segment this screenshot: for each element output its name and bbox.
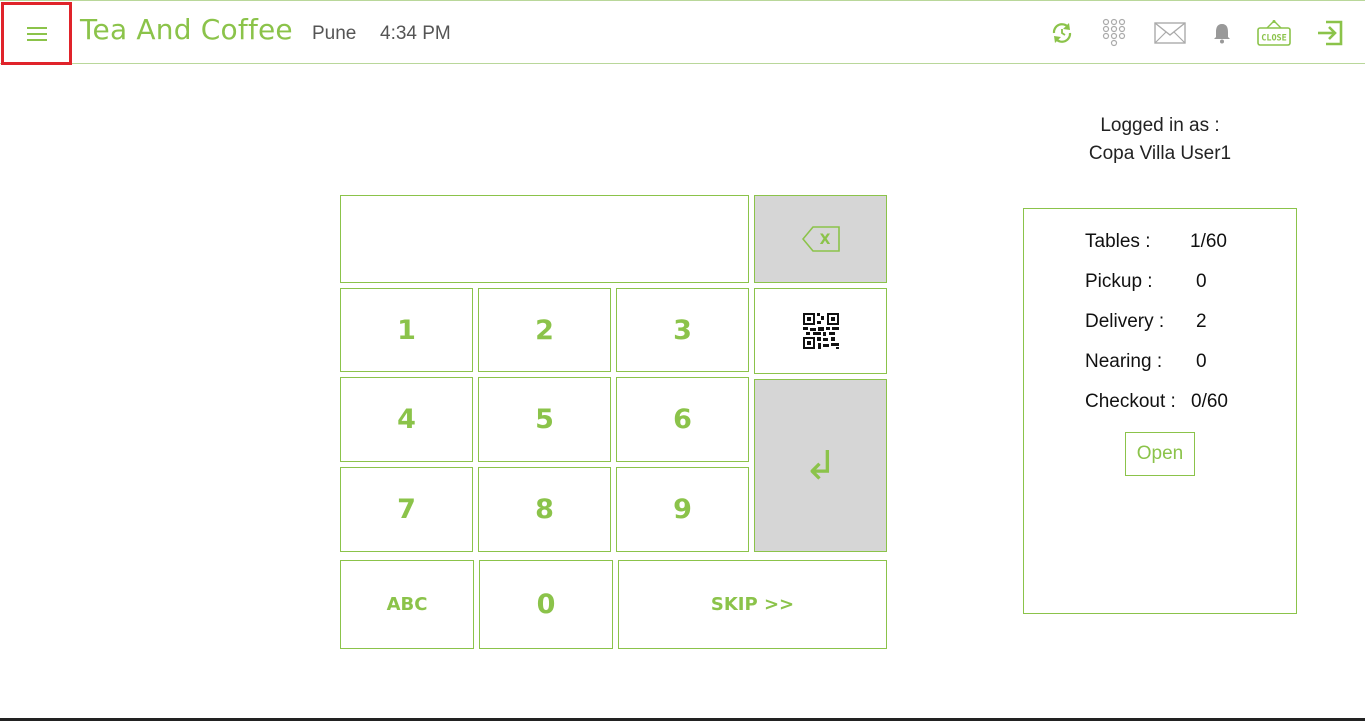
refresh-button[interactable]	[1048, 17, 1076, 49]
enter-key[interactable]: ↲	[754, 379, 887, 552]
keypad-display-input[interactable]	[340, 195, 749, 283]
key-1[interactable]: 1	[340, 288, 473, 372]
mail-button[interactable]	[1153, 17, 1187, 49]
hamburger-menu-icon	[26, 26, 47, 41]
key-5[interactable]: 5	[478, 377, 611, 462]
svg-text:X: X	[819, 232, 830, 248]
key-2[interactable]: 2	[478, 288, 611, 372]
logout-icon	[1318, 20, 1343, 46]
backspace-icon: X	[801, 226, 840, 252]
notifications-button[interactable]	[1210, 17, 1234, 49]
enter-icon: ↲	[803, 442, 838, 489]
mail-icon	[1154, 22, 1186, 44]
key-4[interactable]: 4	[340, 377, 473, 462]
close-sign-icon: CLOSE	[1257, 20, 1291, 46]
bell-icon	[1214, 24, 1230, 44]
open-button[interactable]: Open	[1125, 432, 1195, 476]
close-sign-text: CLOSE	[1261, 34, 1287, 44]
app-title: Tea And Coffee	[80, 13, 293, 46]
abc-key[interactable]: ABC	[340, 560, 474, 649]
logged-in-user: Copa Villa User1	[1088, 143, 1232, 164]
order-stats-panel: Tables : 1/60 Pickup : 0 Delivery : 2 Ne…	[1023, 208, 1297, 614]
skip-key[interactable]: SKIP >>	[618, 560, 887, 649]
city-label: Pune	[312, 23, 357, 44]
menu-button[interactable]	[1, 2, 72, 65]
logged-in-label: Logged in as :	[1100, 115, 1220, 136]
key-6[interactable]: 6	[616, 377, 749, 462]
key-9[interactable]: 9	[616, 467, 749, 552]
key-8[interactable]: 8	[478, 467, 611, 552]
logout-button[interactable]	[1316, 17, 1344, 49]
dialpad-button[interactable]	[1100, 17, 1128, 49]
qr-scan-key[interactable]	[754, 288, 887, 374]
top-header: Tea And Coffee Pune 4:34 PM CLOSE	[0, 0, 1365, 65]
time-label: 4:34 PM	[380, 23, 451, 44]
key-3[interactable]: 3	[616, 288, 749, 372]
dialpad-icon	[1102, 18, 1126, 47]
key-7[interactable]: 7	[340, 467, 473, 552]
qr-code-icon	[802, 313, 839, 349]
refresh-icon	[1052, 23, 1072, 43]
logged-in-info: Logged in as : Copa Villa User1	[1030, 112, 1290, 168]
close-store-button[interactable]: CLOSE	[1256, 17, 1292, 49]
key-0[interactable]: 0	[479, 560, 613, 649]
backspace-key[interactable]: X	[754, 195, 887, 283]
